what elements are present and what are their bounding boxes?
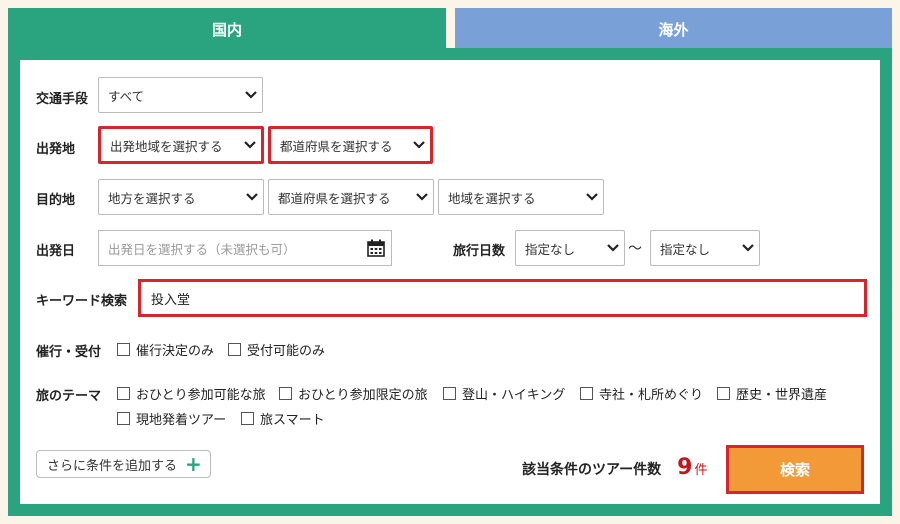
departure-label: 出発地 [36,142,76,157]
destination-region-select[interactable]: 地域を選択する [438,179,604,215]
chevron-down-icon [581,193,603,201]
add-conditions-label: さらに条件を追加する [47,458,178,474]
checkbox-guaranteed-only[interactable]: 催行決定のみ [117,340,214,359]
checkbox-box[interactable] [117,387,130,400]
chevron-down-icon [408,141,430,149]
departure-date-placeholder: 出発日を選択する（未選択も可） [108,241,296,257]
checkbox-box[interactable] [228,343,241,356]
checkbox-box[interactable] [117,343,130,356]
travel-days-from-value: 指定なし [525,241,576,257]
departure-date-label: 出発日 [36,244,76,259]
checkbox-box[interactable] [717,387,730,400]
chevron-down-icon [602,244,624,252]
tab-domestic[interactable]: 国内 [8,8,446,50]
checkbox-available-only[interactable]: 受付可能のみ [228,340,325,359]
add-conditions-button[interactable]: さらに条件を追加する + [36,450,211,478]
tab-overseas-label: 海外 [658,20,689,39]
checkbox-label: 登山・ハイキング [462,388,566,403]
checkbox-label: 催行決定のみ [136,344,215,359]
result-count-label: 該当条件のツアー件数 [522,462,662,478]
search-button[interactable]: 検索 [726,445,864,494]
destination-label: 目的地 [36,193,76,208]
tab-overseas[interactable]: 海外 [455,8,892,50]
departure-prefecture-value: 都道府県を選択する [280,138,393,154]
checkbox-box[interactable] [279,387,292,400]
checkbox-box[interactable] [117,412,130,425]
destination-prefecture-select[interactable]: 都道府県を選択する [268,179,434,215]
departure-date-input[interactable]: 出発日を選択する（未選択も可） [98,230,392,266]
tab-domestic-label: 国内 [211,20,242,39]
transport-select-value: すべて [108,88,145,104]
search-button-label: 検索 [779,461,810,479]
keyword-value: 投入堂 [151,292,191,308]
theme-label: 旅のテーマ [36,389,102,404]
keyword-label: キーワード検索 [36,294,128,309]
guarantee-label: 催行・受付 [36,345,102,360]
keyword-input[interactable]: 投入堂 [138,279,867,317]
checkbox-box[interactable] [580,387,593,400]
destination-area-value: 地方を選択する [108,190,196,206]
chevron-down-icon [737,244,759,252]
result-count: 該当条件のツアー件数 9 件 [522,455,708,480]
result-count-number: 9 [677,455,693,480]
chevron-down-icon [240,91,262,99]
checkbox-label: 現地発着ツアー [136,413,227,428]
checkbox-theme-hiking[interactable]: 登山・ハイキング [443,384,565,403]
checkbox-label: おひとり参加可能な旅 [136,388,266,403]
checkbox-label: 旅スマート [260,413,325,428]
transport-select[interactable]: すべて [98,77,263,113]
travel-days-to-select[interactable]: 指定なし [650,230,760,266]
chevron-down-icon [411,193,433,201]
checkbox-theme-solo-only[interactable]: おひとり参加限定の旅 [279,384,428,403]
checkbox-theme-local-tour[interactable]: 現地発着ツアー [117,409,226,428]
checkbox-theme-heritage[interactable]: 歴史・世界遺産 [717,384,827,403]
result-count-unit: 件 [694,463,708,478]
checkbox-label: 寺社・札所めぐり [599,388,704,403]
checkbox-theme-smart[interactable]: 旅スマート [241,409,325,428]
transport-label: 交通手段 [36,92,89,107]
departure-region-value: 出発地域を選択する [110,138,223,154]
travel-days-to-value: 指定なし [660,241,711,257]
checkbox-label: おひとり参加限定の旅 [298,388,428,403]
travel-days-label: 旅行日数 [453,244,506,259]
departure-region-select[interactable]: 出発地域を選択する [98,126,264,164]
plus-icon: + [185,452,202,476]
departure-prefecture-select[interactable]: 都道府県を選択する [268,126,433,164]
checkbox-label: 歴史・世界遺産 [736,388,828,403]
chevron-down-icon [239,141,261,149]
destination-region-value: 地域を選択する [448,190,536,206]
destination-area-select[interactable]: 地方を選択する [98,179,264,215]
destination-prefecture-value: 都道府県を選択する [278,190,391,206]
checkbox-box[interactable] [443,387,456,400]
checkbox-theme-solo-ok[interactable]: おひとり参加可能な旅 [117,384,266,403]
checkbox-label: 受付可能のみ [247,344,326,359]
calendar-icon[interactable] [361,239,391,257]
chevron-down-icon [241,193,263,201]
range-separator: 〜 [628,241,642,257]
checkbox-box[interactable] [241,412,254,425]
travel-days-from-select[interactable]: 指定なし [515,230,625,266]
checkbox-theme-temples[interactable]: 寺社・札所めぐり [580,384,703,403]
